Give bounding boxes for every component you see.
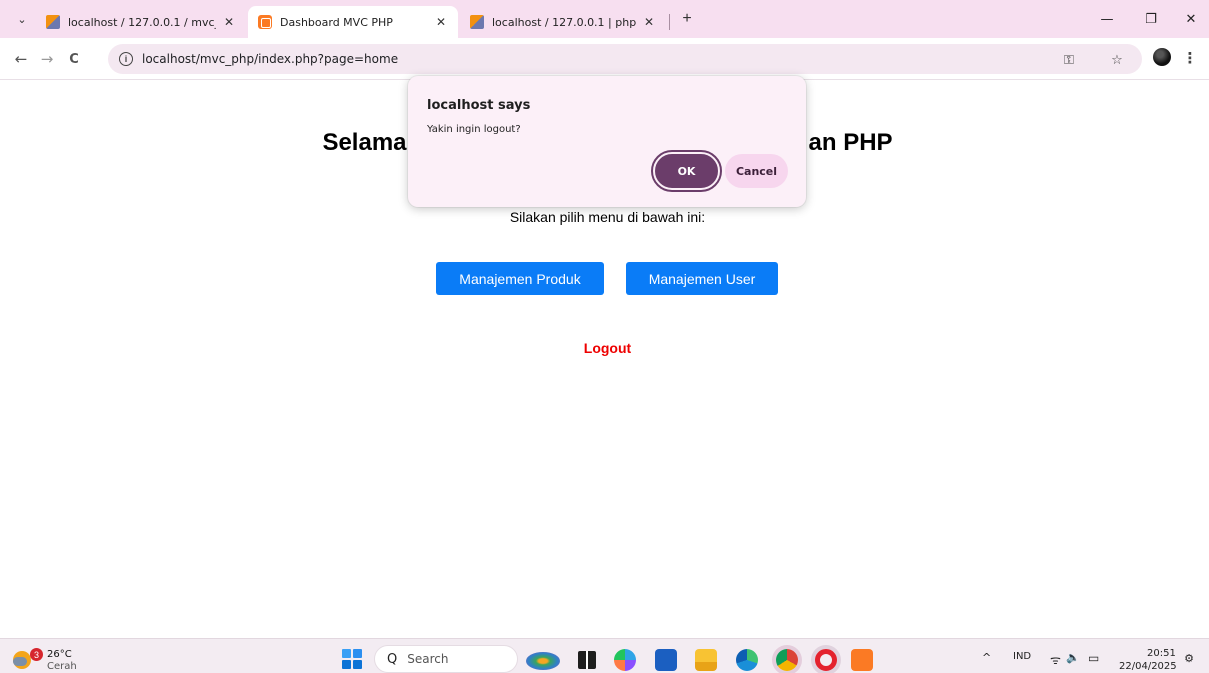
forward-icon[interactable]: → <box>36 48 58 70</box>
weather-badge: 3 <box>30 648 43 661</box>
url-text[interactable]: localhost/mvc_php/index.php?page=home <box>142 52 398 66</box>
weather-condition[interactable]: Cerah <box>47 661 77 672</box>
volume-icon[interactable]: 🔈 <box>1066 651 1080 664</box>
dialog-title: localhost says <box>427 98 531 113</box>
cloud-icon <box>13 657 27 666</box>
windows-taskbar: 3 26°C Cerah Q Search ^ IND ᯤ 🔈 ▭ 20:51 … <box>0 638 1209 673</box>
edge-icon[interactable] <box>736 649 758 671</box>
password-key-icon[interactable]: ⚿ <box>1060 51 1078 69</box>
confirm-dialog: localhost says Yakin ingin logout? OK Ca… <box>408 76 806 207</box>
widget-landscape-icon[interactable] <box>526 652 560 670</box>
logout-link: Logout <box>0 340 1209 356</box>
file-explorer-icon[interactable] <box>695 649 717 671</box>
close-window-button[interactable]: ✕ <box>1176 8 1206 30</box>
screen: ⌄ localhost / 127.0.0.1 / mvc_php ✕ Dash… <box>0 0 1209 673</box>
search-icon: Q <box>387 651 398 667</box>
clock-time[interactable]: 20:51 <box>1147 648 1176 659</box>
weather-icon[interactable]: 3 <box>13 647 43 669</box>
clock-date[interactable]: 22/04/2025 <box>1119 661 1177 672</box>
logout-link-text[interactable]: Logout <box>584 340 631 356</box>
chrome-icon[interactable] <box>776 649 798 671</box>
restore-button[interactable]: ❐ <box>1136 8 1166 30</box>
taskbar-search[interactable]: Q Search <box>374 645 518 673</box>
wifi-icon[interactable]: ᯤ <box>1050 651 1061 668</box>
battery-icon[interactable]: ▭ <box>1088 651 1099 665</box>
tab-phpmyadmin[interactable]: localhost / 127.0.0.1 | phpMyAd ✕ <box>460 6 666 38</box>
task-view-icon[interactable] <box>578 651 596 669</box>
tab-dashboard[interactable]: Dashboard MVC PHP ✕ <box>248 6 458 38</box>
manajemen-user-button[interactable]: Manajemen User <box>626 262 778 295</box>
dialog-message: Yakin ingin logout? <box>427 124 521 135</box>
tab-search-dropdown-icon[interactable]: ⌄ <box>12 9 32 29</box>
tray-chevron-icon[interactable]: ^ <box>982 651 991 664</box>
microsoft-store-icon[interactable] <box>655 649 677 671</box>
browser-menu-icon[interactable]: ⋮ <box>1183 48 1198 68</box>
notification-icon[interactable]: ⚙ <box>1183 652 1195 665</box>
tab-close-icon[interactable]: ✕ <box>222 15 236 29</box>
search-placeholder: Search <box>407 652 449 666</box>
tab-close-icon[interactable]: ✕ <box>434 15 448 29</box>
site-info-icon[interactable]: i <box>119 52 133 66</box>
tab-label: localhost / 127.0.0.1 | phpMyAd <box>492 15 636 29</box>
phpmyadmin-icon <box>46 15 60 29</box>
xampp-taskbar-icon[interactable] <box>851 649 873 671</box>
tab-strip: ⌄ localhost / 127.0.0.1 / mvc_php ✕ Dash… <box>0 0 1209 38</box>
windows-start-icon[interactable] <box>342 649 362 669</box>
opera-icon[interactable] <box>815 649 837 671</box>
heading-left-text: Selama <box>322 129 407 156</box>
ok-button[interactable]: OK <box>651 150 722 192</box>
language-indicator[interactable]: IND <box>1013 651 1031 662</box>
profile-avatar[interactable] <box>1153 48 1171 66</box>
tab-label: Dashboard MVC PHP <box>280 15 393 29</box>
xampp-icon <box>258 15 272 29</box>
tab-separator <box>669 14 670 30</box>
heading-right-text: an PHP <box>808 129 893 156</box>
cancel-button[interactable]: Cancel <box>725 154 788 188</box>
back-icon[interactable]: ← <box>10 48 32 70</box>
weather-temperature[interactable]: 26°C <box>47 649 72 660</box>
address-bar[interactable]: i localhost/mvc_php/index.php?page=home … <box>108 44 1142 74</box>
bookmark-star-icon[interactable]: ☆ <box>1108 51 1126 69</box>
tab-phpmyadmin-mvc[interactable]: localhost / 127.0.0.1 / mvc_php ✕ <box>36 6 246 38</box>
reload-icon[interactable]: C <box>63 48 85 70</box>
page-subtitle: Silakan pilih menu di bawah ini: <box>509 209 706 225</box>
phpmyadmin-icon <box>470 15 484 29</box>
browser-toolbar: ← → C i localhost/mvc_php/index.php?page… <box>0 38 1209 80</box>
copilot-icon[interactable] <box>614 649 636 671</box>
tab-label: localhost / 127.0.0.1 / mvc_php <box>68 15 216 29</box>
minimize-button[interactable]: — <box>1092 8 1122 30</box>
new-tab-button[interactable]: + <box>677 9 697 29</box>
tab-close-icon[interactable]: ✕ <box>642 15 656 29</box>
manajemen-produk-button[interactable]: Manajemen Produk <box>436 262 604 295</box>
